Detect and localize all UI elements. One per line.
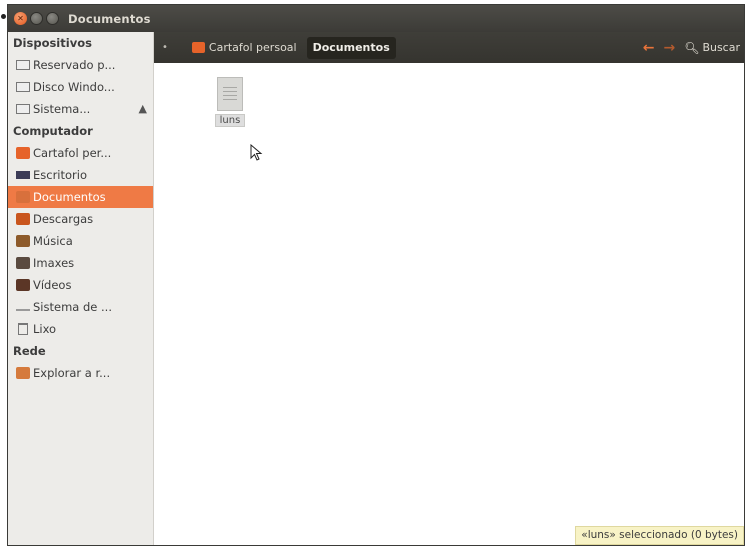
window-title: Documentos	[68, 11, 151, 26]
navigation-controls: ← → 🔍︎ Buscar	[643, 40, 744, 56]
sidebar-item-desktop[interactable]: Escritorio	[8, 164, 153, 186]
sidebar-item-label: Imaxes	[33, 256, 75, 270]
sidebar: Dispositivos Reservado p... Disco Windo.…	[8, 32, 154, 545]
sidebar-item-home[interactable]: Cartafol per...	[8, 142, 153, 164]
breadcrumb-label: Documentos	[312, 41, 390, 54]
sidebar-item-videos[interactable]: Vídeos	[8, 274, 153, 296]
sidebar-item-label: Disco Windo...	[33, 80, 115, 94]
sidebar-item-label: Vídeos	[33, 278, 72, 292]
path-bar-handle[interactable]: •	[162, 42, 168, 53]
videos-folder-icon	[16, 279, 30, 291]
file-item[interactable]: luns	[208, 77, 252, 127]
home-folder-icon	[191, 42, 205, 53]
sidebar-item-downloads[interactable]: Descargas	[8, 208, 153, 230]
pictures-folder-icon	[16, 257, 30, 269]
network-icon	[16, 367, 30, 379]
documents-folder-icon	[16, 191, 30, 203]
sidebar-item-browse-network[interactable]: Explorar a r...	[8, 362, 153, 384]
trash-icon	[18, 323, 28, 335]
music-folder-icon	[16, 235, 30, 247]
drive-icon	[16, 82, 30, 92]
sidebar-item-trash[interactable]: Lixo	[8, 318, 153, 340]
sidebar-item-documents[interactable]: Documentos	[8, 186, 153, 208]
close-window-button[interactable]: ✕	[14, 12, 27, 25]
maximize-window-button[interactable]	[46, 12, 59, 25]
sidebar-item-label: Cartafol per...	[33, 146, 112, 160]
eject-icon[interactable]: ▲	[139, 102, 147, 115]
sidebar-item-system-drive[interactable]: Sistema... ▲	[8, 98, 153, 120]
sidebar-heading-computer: Computador	[13, 124, 93, 138]
list-bullet	[1, 14, 6, 19]
sidebar-item-label: Sistema...	[33, 102, 91, 116]
sidebar-item-label: Escritorio	[33, 168, 88, 182]
sidebar-item-label: Explorar a r...	[33, 366, 111, 380]
forward-arrow-icon[interactable]: →	[663, 40, 675, 56]
drive-icon	[16, 60, 30, 70]
sidebar-heading-network: Rede	[13, 344, 46, 358]
breadcrumb-home[interactable]: Cartafol persoal	[186, 37, 303, 59]
mouse-pointer-icon	[250, 144, 263, 161]
search-label: Buscar	[702, 41, 740, 54]
breadcrumb-label: Cartafol persoal	[208, 41, 297, 54]
sidebar-item-label: Lixo	[33, 322, 57, 336]
sidebar-item-label: Sistema de ...	[33, 300, 112, 314]
title-bar[interactable]: ✕ Documentos	[8, 5, 744, 32]
sidebar-item-label: Documentos	[33, 190, 106, 204]
sidebar-item-music[interactable]: Música	[8, 230, 153, 252]
toolbar: • Cartafol persoal Documentos ← → 🔍︎ Bus…	[154, 32, 744, 63]
file-view[interactable]: luns «luns» seleccionado (0 bytes)	[154, 63, 744, 545]
file-name: luns	[214, 114, 246, 127]
file-manager-window: ✕ Documentos Dispositivos Reservado p...…	[7, 4, 745, 546]
home-folder-icon	[16, 147, 30, 159]
sidebar-item-label: Música	[33, 234, 73, 248]
search-button[interactable]: 🔍︎ Buscar	[684, 41, 740, 55]
sidebar-item-label: Descargas	[33, 212, 94, 226]
downloads-folder-icon	[16, 213, 30, 225]
sidebar-item-reserved[interactable]: Reservado p...	[8, 54, 153, 76]
sidebar-item-filesystem[interactable]: Sistema de ...	[8, 296, 153, 318]
minimize-window-button[interactable]	[30, 12, 43, 25]
breadcrumb-documents[interactable]: Documentos	[306, 36, 396, 59]
search-icon: 🔍︎	[684, 40, 700, 55]
back-arrow-icon[interactable]: ←	[643, 40, 655, 56]
desktop-icon	[16, 171, 30, 179]
filesystem-icon	[16, 303, 30, 311]
drive-icon	[16, 104, 30, 114]
sidebar-item-pictures[interactable]: Imaxes	[8, 252, 153, 274]
sidebar-item-label: Reservado p...	[33, 58, 116, 72]
status-tooltip: «luns» seleccionado (0 bytes)	[575, 526, 744, 545]
text-document-icon	[217, 77, 243, 111]
sidebar-item-windows-disk[interactable]: Disco Windo...	[8, 76, 153, 98]
sidebar-heading-devices: Dispositivos	[13, 36, 92, 50]
